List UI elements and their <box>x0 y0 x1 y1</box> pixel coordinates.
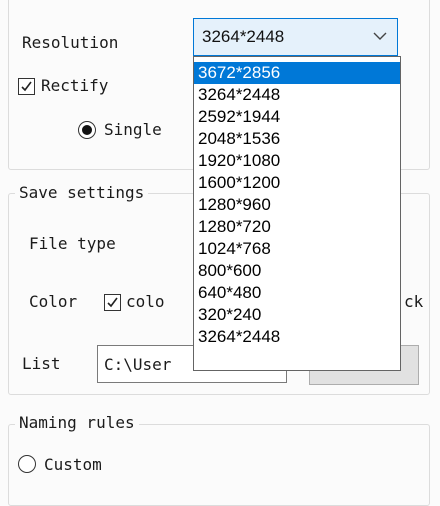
list-path-value: C:\User <box>104 355 172 374</box>
save-settings-title: Save settings <box>15 183 149 203</box>
resolution-label: Resolution <box>22 33 119 52</box>
resolution-option[interactable]: 2592*1944 <box>194 106 400 128</box>
custom-label: Custom <box>44 455 102 474</box>
resolution-dropdown-list: 3672*2856 3264*2448 2592*1944 2048*1536 1920… <box>193 56 401 371</box>
partial-right-label: ck <box>404 292 424 311</box>
single-radio[interactable] <box>78 121 96 139</box>
resolution-option[interactable]: 1600*1200 <box>194 172 400 194</box>
color-checkbox-label: colo <box>126 292 165 311</box>
rectify-checkbox[interactable] <box>18 78 35 95</box>
color-label: Color <box>29 292 78 311</box>
resolution-option[interactable]: 3672*2856 <box>194 62 400 84</box>
resolution-option[interactable]: 1280*720 <box>194 216 400 238</box>
single-label: Single <box>104 120 162 139</box>
resolution-option[interactable]: 320*240 <box>194 304 400 326</box>
resolution-option[interactable]: 1024*768 <box>194 238 400 260</box>
list-label: List <box>22 354 61 373</box>
resolution-option[interactable]: 1920*1080 <box>194 150 400 172</box>
chevron-down-icon <box>373 32 387 40</box>
resolution-select-value: 3264*2448 <box>202 27 285 46</box>
naming-rules-title: Naming rules <box>15 413 139 433</box>
resolution-select[interactable]: 3264*2448 <box>193 18 398 56</box>
file-type-label: File type <box>29 234 116 253</box>
resolution-option[interactable]: 2048*1536 <box>194 128 400 150</box>
resolution-option[interactable]: 3264*2448 <box>194 84 400 106</box>
resolution-option[interactable]: 3264*2448 <box>194 326 400 348</box>
rectify-label: Rectify <box>41 76 109 95</box>
checkmark-icon <box>21 81 32 92</box>
radio-selected-dot <box>82 125 92 135</box>
resolution-option[interactable]: 1280*960 <box>194 194 400 216</box>
checkmark-icon <box>107 297 118 308</box>
color-checkbox[interactable] <box>104 294 121 311</box>
resolution-option[interactable]: 640*480 <box>194 282 400 304</box>
custom-radio[interactable] <box>18 455 36 473</box>
resolution-option[interactable]: 800*600 <box>194 260 400 282</box>
